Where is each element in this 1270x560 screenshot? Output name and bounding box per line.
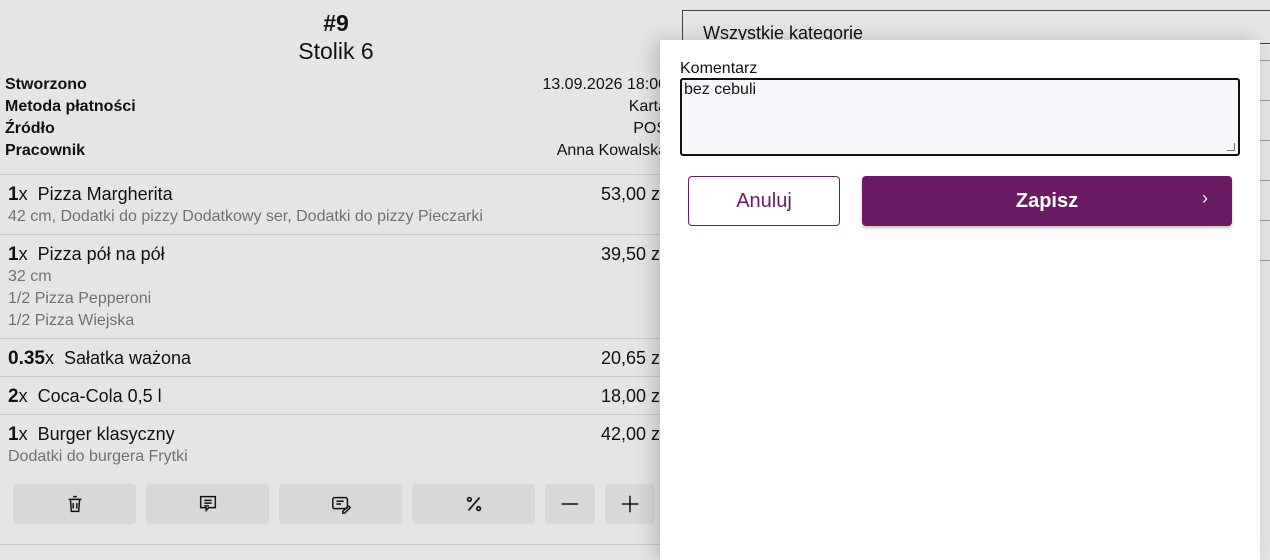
item-detail: Dodatki do burgera Frytki (8, 448, 188, 465)
meta-label: Źródło (5, 120, 55, 137)
cancel-button[interactable]: Anuluj (688, 176, 840, 226)
edit-price-icon (331, 496, 351, 514)
minus-icon (561, 503, 579, 505)
item-price: 18,00 zł (600, 386, 664, 406)
order-number: #9 (323, 10, 349, 36)
save-button-label: Zapisz (1015, 189, 1079, 212)
order-item[interactable]: 1x Burger klasyczny 42,00 zł Dodatki do b… (0, 414, 672, 474)
meta-row-payment: Metoda płatności Karta (5, 98, 667, 120)
comment-label: Komentarz (680, 60, 758, 77)
save-button[interactable]: Zapisz › (862, 176, 1232, 226)
decrease-qty-button[interactable] (545, 484, 595, 524)
comment-icon (199, 495, 216, 513)
item-detail: 42 cm, Dodatki do pizzy Dodatkowy ser, D… (8, 208, 483, 225)
item-qty: 2 (8, 386, 19, 407)
order-item[interactable]: 1x Pizza Margherita 53,00 zł 42 cm, Dodat… (0, 174, 672, 234)
meta-label: Pracownik (5, 142, 86, 159)
order-items-list: 1x Pizza Margherita 53,00 zł 42 cm, Dodat… (0, 174, 672, 474)
delete-item-button[interactable] (13, 484, 136, 524)
item-qty-x: x (18, 184, 28, 204)
item-name: Coca-Cola 0,5 l (37, 386, 162, 406)
meta-row-created: Stworzono 13.09.2026 18:00 (5, 76, 667, 98)
order-item[interactable]: 0.35x Sałatka ważona 20,65 zł (0, 338, 672, 376)
increase-qty-button[interactable] (605, 484, 655, 524)
item-qty: 1 (8, 184, 19, 205)
item-qty-x: x (44, 348, 54, 368)
item-detail: 1/2 Pizza Wiejska (8, 312, 135, 329)
meta-row-employee: Pracownik Anna Kowalska (5, 142, 667, 164)
comment-button[interactable] (146, 484, 269, 524)
item-qty: 1 (8, 424, 19, 445)
chevron-right-icon: › (1202, 188, 1208, 208)
item-price: 20,65 zł (600, 348, 664, 368)
divider (0, 544, 672, 545)
meta-value: 13.09.2026 18:00 (542, 76, 667, 93)
item-price: 39,50 zł (600, 244, 664, 264)
comment-textarea[interactable]: bez cebuli (680, 78, 1240, 156)
meta-value: Anna Kowalska (556, 142, 667, 159)
edit-price-button[interactable] (279, 484, 402, 524)
order-item[interactable]: 1x Pizza pół na pół 39,50 zł 32 cm 1/2 Pi… (0, 234, 672, 338)
item-qty: 1 (8, 244, 19, 265)
item-name: Pizza pół na pół (37, 244, 165, 264)
item-price: 53,00 zł (600, 184, 664, 204)
item-name: Burger klasyczny (37, 424, 175, 444)
comment-value: bez cebuli (684, 81, 757, 98)
resize-handle-icon[interactable] (1227, 143, 1235, 151)
meta-row-source: Źródło POS (5, 120, 667, 142)
trash-icon (68, 495, 81, 513)
percent-icon (466, 496, 481, 512)
item-name: Pizza Margherita (37, 184, 173, 204)
item-actions-toolbar (13, 484, 655, 524)
item-detail: 1/2 Pizza Pepperoni (8, 290, 152, 307)
meta-label: Metoda płatności (5, 98, 136, 115)
item-qty: 0.35 (8, 348, 45, 369)
item-qty-x: x (18, 386, 28, 406)
meta-label: Stworzono (5, 76, 87, 93)
item-detail: 32 cm (8, 268, 52, 285)
category-select[interactable]: Wszystkie kategorie (682, 10, 1270, 44)
discount-button[interactable] (412, 484, 535, 524)
order-table-name: Stolik 6 (298, 38, 374, 64)
comment-modal: Komentarz bez cebuli Anuluj Zapisz › (660, 40, 1260, 560)
order-panel: #9 Stolik 6 Stworzono 13.09.2026 18:00 M… (0, 0, 672, 560)
item-name: Sałatka ważona (63, 348, 192, 368)
item-qty-x: x (18, 424, 28, 444)
plus-icon (621, 495, 639, 513)
order-item[interactable]: 2x Coca-Cola 0,5 l 18,00 zł (0, 376, 672, 414)
item-qty-x: x (18, 244, 28, 264)
item-price: 42,00 zł (600, 424, 664, 444)
order-meta: Stworzono 13.09.2026 18:00 Metoda płatno… (5, 76, 667, 164)
